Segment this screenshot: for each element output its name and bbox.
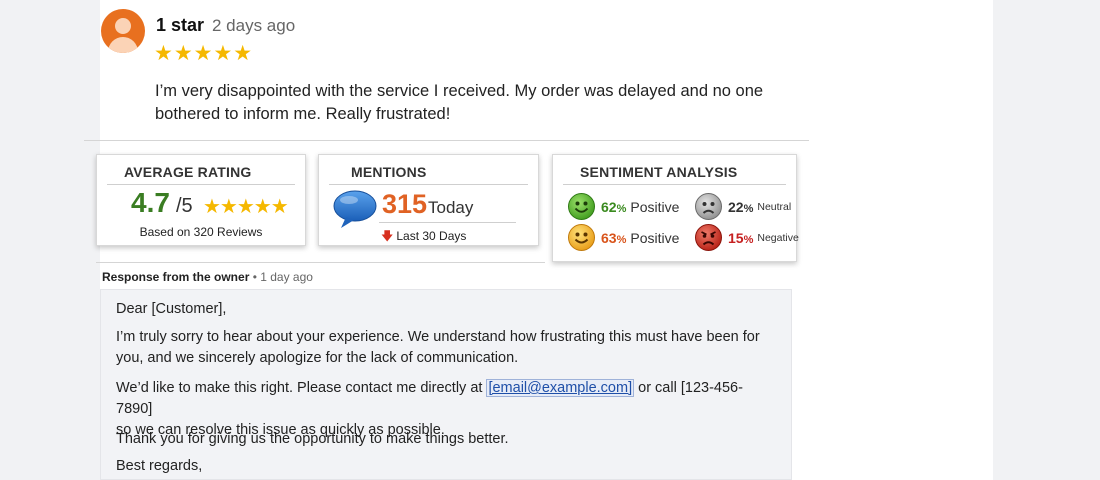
sentiment-neutral: 22% Neutral: [695, 193, 791, 220]
sentiment-negative: 15% Negative: [695, 224, 799, 251]
arrow-down-icon: 🡇: [381, 229, 394, 243]
sentiment-label: Negative: [757, 231, 799, 244]
sentiment-analysis-title: SENTIMENT ANALYSIS: [580, 164, 738, 180]
sentiment-percent: 62%: [601, 198, 627, 215]
card-divider: [329, 184, 528, 185]
happy-face-icon: [568, 193, 595, 220]
sentiment-positive-green: 62% Positive: [568, 193, 679, 220]
avatar-body: [108, 37, 138, 53]
divider: [84, 140, 809, 141]
review-rating-label: 1 star: [156, 15, 205, 35]
sentiment-label: Positive: [630, 229, 680, 246]
owner-response-label: Response from the owner: [102, 270, 250, 284]
mentions-title: MENTIONS: [351, 164, 427, 180]
email-link[interactable]: [email@example.com]: [486, 379, 635, 397]
owner-response-header: Response from the owner • 1 day ago: [102, 270, 313, 284]
mentions-period: Today: [428, 198, 474, 217]
response-text: or call: [634, 380, 681, 396]
divider: [96, 262, 545, 263]
sentiment-positive-orange: 63% Positive: [568, 224, 679, 251]
angry-face-icon: [695, 224, 722, 251]
average-rating-card: AVERAGE RATING 4.7 /5 ★★★★★ Based on 320…: [96, 154, 306, 246]
response-paragraph-3: Thank you for giving us the opportunity …: [116, 431, 509, 447]
owner-response-box: Dear [Customer], I’m truly sorry to hear…: [100, 289, 792, 480]
review-timestamp: 2 days ago: [212, 16, 296, 35]
card-divider: [379, 222, 516, 223]
sentiment-label: Positive: [630, 198, 680, 215]
speech-bubble-icon: [333, 190, 377, 228]
response-closing: Best regards,: [116, 458, 203, 474]
owner-response-time: 1 day ago: [260, 270, 313, 284]
response-text: We’d like to make this right. Please con…: [116, 380, 487, 396]
average-rating-stars: ★★★★★: [203, 196, 289, 218]
sentiment-percent: 15%: [728, 229, 754, 246]
sentiment-label: Neutral: [757, 200, 792, 213]
mentions-count: 315: [382, 189, 428, 219]
sentiment-percent: 22%: [728, 198, 754, 215]
review-stars: ★★★★★: [154, 42, 254, 65]
smile-face-icon: [568, 224, 595, 251]
mentions-card: MENTIONS 315 Today 🡇 Last 30 Days: [318, 154, 539, 246]
mentions-last-30-days: 🡇 Last 30 Days: [381, 227, 466, 248]
response-paragraph-1: I’m truly sorry to hear about your exper…: [116, 329, 760, 366]
average-rating-based-on: Based on 320 Reviews: [139, 225, 263, 239]
average-rating-denominator: /5: [176, 195, 193, 217]
average-rating-value: 4.7: [131, 187, 170, 218]
card-divider: [107, 184, 295, 185]
sad-face-icon: [695, 193, 722, 220]
average-rating-title: AVERAGE RATING: [124, 164, 252, 180]
review-text: I’m very disappointed with the service I…: [155, 82, 764, 123]
response-greeting: Dear [Customer],: [116, 301, 227, 317]
mentions-last-label: Last 30 Days: [396, 229, 467, 243]
user-avatar-icon[interactable]: [101, 9, 145, 53]
sentiment-percent: 63%: [601, 229, 627, 246]
separator: •: [249, 270, 261, 284]
card-divider: [563, 184, 786, 185]
sentiment-analysis-card: SENTIMENT ANALYSIS 62% Positive 22% Neut…: [552, 154, 799, 262]
avatar-head: [115, 18, 131, 34]
